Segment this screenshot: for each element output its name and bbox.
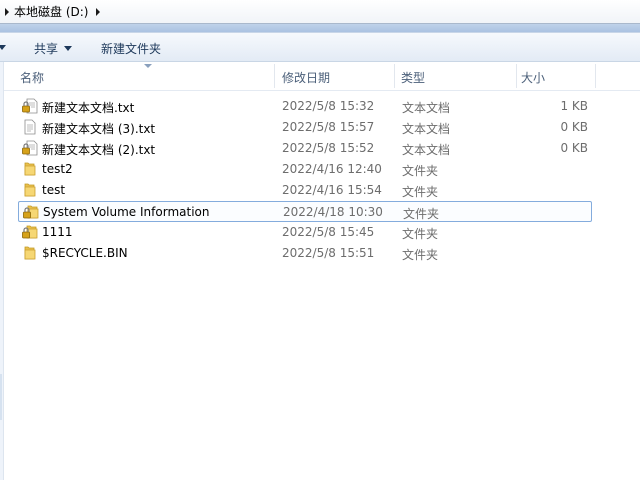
column-header-modified[interactable]: 修改日期	[282, 69, 330, 86]
file-type: 文本文档	[402, 101, 451, 115]
folder-icon	[22, 161, 38, 177]
file-row[interactable]: test 2022/4/16 15:54 文件夹	[18, 180, 592, 201]
file-modified: 2022/5/8 15:57	[282, 120, 375, 134]
file-modified: 2022/4/16 15:54	[282, 183, 382, 197]
file-modified: 2022/5/8 15:52	[282, 141, 375, 155]
file-name: 新建文本文档.txt	[42, 101, 135, 115]
column-headers: 名称 修改日期 类型 大小	[4, 62, 640, 91]
file-modified: 2022/4/18 10:30	[283, 205, 383, 219]
navigation-scroll-marker	[0, 374, 2, 420]
file-type: 文件夹	[402, 227, 439, 241]
file-modified: 2022/4/16 12:40	[282, 162, 382, 176]
file-type: 文件夹	[402, 164, 439, 178]
file-type: 文本文档	[402, 143, 451, 157]
column-header-name[interactable]: 名称	[20, 69, 44, 86]
breadcrumb-drive-d[interactable]: 本地磁盘 (D:)	[14, 3, 88, 20]
column-divider[interactable]	[274, 64, 275, 88]
file-type: 文件夹	[402, 185, 439, 199]
folder-icon	[22, 182, 38, 198]
file-row[interactable]: $RECYCLE.BIN 2022/5/8 15:51 文件夹	[18, 243, 592, 264]
locked-text-file-icon	[22, 140, 38, 156]
column-divider[interactable]	[595, 64, 596, 88]
command-toolbar: 共享 新建文件夹	[0, 32, 640, 62]
file-type: 文件夹	[403, 207, 440, 221]
file-row[interactable]: test2 2022/4/16 12:40 文件夹	[18, 159, 592, 180]
window-frame-strip	[0, 24, 640, 32]
new-folder-button-label: 新建文件夹	[101, 42, 162, 56]
file-row[interactable]: 新建文本文档.txt 2022/5/8 15:32 文本文档 1 KB	[18, 96, 592, 117]
share-button-label: 共享	[34, 42, 59, 56]
breadcrumb-chevron-right-icon[interactable]	[96, 7, 101, 16]
file-row-selected[interactable]: System Volume Information 2022/4/18 10:3…	[18, 201, 592, 222]
locked-folder-icon	[23, 204, 39, 220]
column-divider[interactable]	[394, 64, 395, 88]
file-size: 0 KB	[560, 120, 588, 134]
folder-icon	[22, 245, 38, 261]
file-name: test2	[42, 162, 73, 176]
file-type: 文件夹	[402, 248, 439, 262]
file-modified: 2022/5/8 15:45	[282, 225, 375, 239]
file-size: 0 KB	[560, 141, 588, 155]
locked-text-file-icon	[22, 98, 38, 114]
column-divider[interactable]	[516, 64, 517, 88]
file-row[interactable]: 1111 2022/5/8 15:45 文件夹	[18, 222, 592, 243]
file-name: $RECYCLE.BIN	[42, 246, 128, 260]
file-name: 新建文本文档 (3).txt	[42, 122, 156, 136]
breadcrumb-chevron-right-icon[interactable]	[5, 7, 9, 16]
file-name: 新建文本文档 (2).txt	[42, 143, 156, 157]
file-name: 1111	[42, 225, 73, 239]
share-button[interactable]: 共享	[34, 40, 73, 57]
file-modified: 2022/5/8 15:51	[282, 246, 375, 260]
text-file-icon	[22, 119, 38, 135]
address-bar[interactable]: 本地磁盘 (D:)	[0, 0, 640, 24]
file-row[interactable]: 新建文本文档 (3).txt 2022/5/8 15:57 文本文档 0 KB	[18, 117, 592, 138]
file-modified: 2022/5/8 15:32	[282, 99, 375, 113]
file-name: test	[42, 183, 66, 197]
organize-caret-icon[interactable]	[0, 45, 6, 50]
file-name: System Volume Information	[43, 205, 210, 219]
file-size: 1 KB	[560, 99, 588, 113]
chevron-down-icon	[64, 46, 73, 51]
column-header-size[interactable]: 大小	[521, 69, 545, 86]
sort-indicator-icon	[144, 64, 152, 68]
file-type: 文本文档	[402, 122, 451, 136]
column-header-type[interactable]: 类型	[401, 69, 425, 86]
file-row[interactable]: 新建文本文档 (2).txt 2022/5/8 15:52 文本文档 0 KB	[18, 138, 592, 159]
new-folder-button[interactable]: 新建文件夹	[101, 40, 161, 57]
locked-folder-icon	[22, 224, 38, 240]
